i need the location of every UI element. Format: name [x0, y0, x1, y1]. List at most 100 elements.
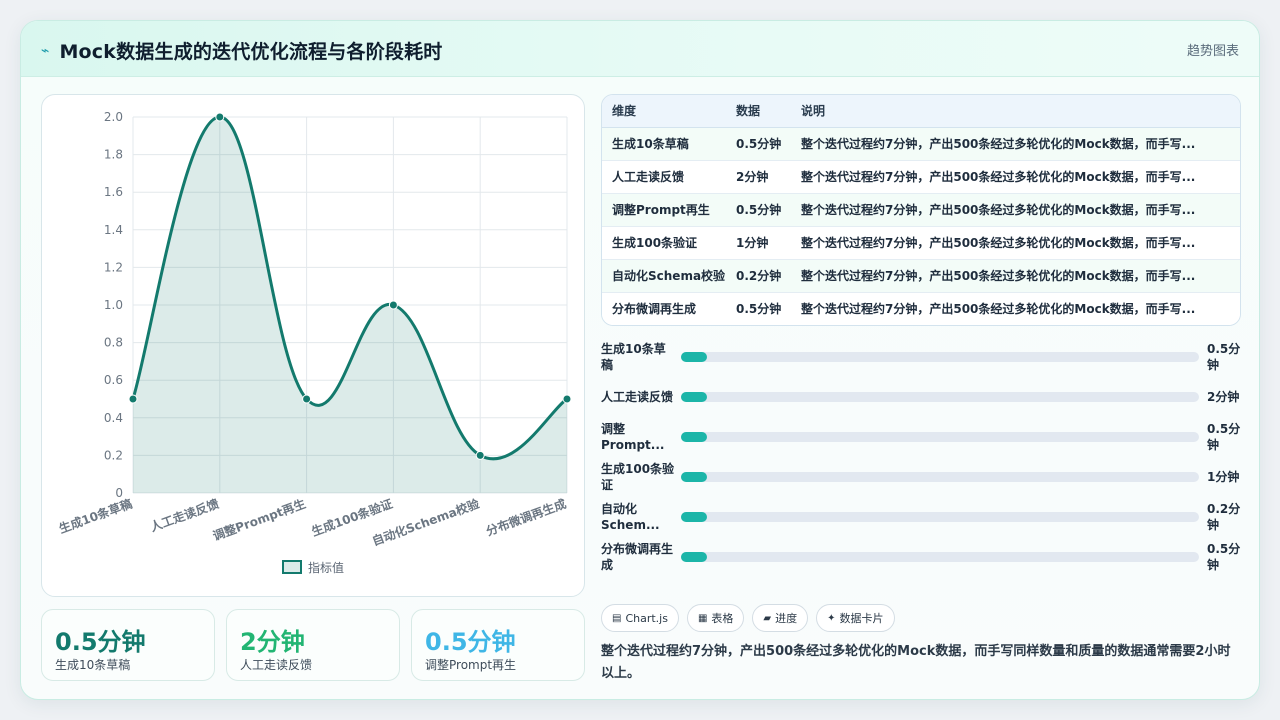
y-tick-label: 1.0: [104, 298, 123, 312]
table-cell: 整个迭代过程约7分钟，产出500条经过多轮优化的Mock数据，而手写...: [801, 170, 1196, 184]
progress-track: [681, 472, 1199, 482]
progress-track: [681, 512, 1199, 522]
y-tick-label: 0.2: [104, 448, 123, 462]
x-tick-label: 分布微调再生成: [484, 496, 568, 539]
table-row: 生成100条验证 1分钟 整个迭代过程约7分钟，产出500条经过多轮优化的Moc…: [602, 226, 1240, 259]
progress-row: 生成10条草稿 0.5分钟: [601, 337, 1241, 377]
progress-track: [681, 392, 1199, 402]
table-icon: ▦: [697, 612, 708, 624]
table-cell: 自动化Schema校验: [612, 269, 726, 283]
chip-label: 数据卡片: [839, 612, 884, 625]
table-cell: 2分钟: [736, 170, 769, 184]
table-cell: 0.5分钟: [736, 302, 782, 317]
progress-row: 调整Prompt... 0.5分钟: [601, 417, 1241, 457]
table-row: 生成10条草稿 0.5分钟 整个迭代过程约7分钟，产出500条经过多轮优化的Mo…: [602, 127, 1240, 160]
chip-label: 表格: [711, 612, 734, 625]
progress-value: 0.5分钟: [1207, 342, 1241, 372]
chip-data-cards[interactable]: ✦ 数据卡片: [816, 604, 895, 632]
y-tick-label: 1.4: [104, 223, 123, 237]
table-cell: 整个迭代过程约7分钟，产出500条经过多轮优化的Mock数据，而手写...: [801, 137, 1196, 151]
main-card: ⌁ Mock数据生成的迭代优化流程与各阶段耗时 趋势图表 0 0.2 0.4 0.6 0…: [20, 20, 1260, 700]
progress-fill: [681, 392, 707, 402]
x-tick-label: 人工走读反馈: [148, 496, 221, 535]
progress-value: 0.2分钟: [1207, 502, 1241, 532]
x-tick-label: 调整Prompt再生: [211, 496, 308, 544]
table-cell: 人工走读反馈: [612, 170, 685, 184]
chip-chartjs[interactable]: ▤ Chart.js: [601, 604, 679, 632]
header: ⌁ Mock数据生成的迭代优化流程与各阶段耗时 趋势图表: [21, 21, 1259, 77]
data-point: [475, 450, 485, 460]
progress-fill: [681, 352, 707, 362]
progress-value: 0.5分钟: [1207, 422, 1241, 452]
table-cell: 整个迭代过程约7分钟，产出500条经过多轮优化的Mock数据，而手写...: [801, 302, 1196, 317]
table-header-row: 维度 数据 说明: [602, 95, 1240, 128]
y-tick-label: 1.2: [104, 260, 123, 274]
stat-card-3: 0.5分钟 调整Prompt再生: [411, 609, 585, 681]
table-cell: 生成10条草稿: [612, 137, 689, 151]
table-cell: 调整Prompt再生: [612, 203, 710, 217]
table-cell: 0.5分钟: [736, 203, 782, 217]
sparkle-icon: ✦: [827, 612, 836, 624]
y-tick-label: 1.6: [104, 185, 123, 199]
table-header-cell: 数据: [736, 95, 801, 128]
stat-label: 生成10条草稿: [55, 658, 131, 672]
table-cell: 生成100条验证: [612, 236, 698, 250]
data-point: [128, 394, 138, 404]
stat-card-2: 2分钟 人工走读反馈: [226, 609, 400, 681]
table-row: 分布微调再生成 0.5分钟 整个迭代过程约7分钟，产出500条经过多轮优化的Mo…: [602, 292, 1240, 325]
chip-progress[interactable]: ▰ 进度: [752, 604, 809, 632]
progress-row: 生成100条验证 1分钟: [601, 457, 1241, 497]
tag-chips: ▤ Chart.js ▦ 表格 ▰ 进度 ✦ 数据卡片: [601, 604, 895, 632]
progress-fill: [681, 432, 707, 442]
chip-label: 进度: [775, 612, 798, 625]
y-tick-label: 0.6: [104, 373, 123, 387]
table-header-cell: 维度: [602, 95, 736, 128]
y-tick-label: 0.8: [104, 336, 123, 350]
data-point: [388, 300, 398, 310]
progress-label: 分布微调再生成: [601, 542, 674, 572]
progress-fill: [681, 552, 707, 562]
table-cell: 整个迭代过程约7分钟，产出500条经过多轮优化的Mock数据，而手写...: [801, 269, 1196, 283]
line-chart-panel: 0 0.2 0.4 0.6 0.8 1.0 1.2 1.4 1.6 1.8 2.0 生成10条草稿 人工…: [41, 94, 585, 597]
stat-value: 2分钟: [240, 628, 305, 656]
stat-label: 人工走读反馈: [240, 658, 313, 672]
table-cell: 分布微调再生成: [612, 302, 697, 317]
progress-row: 分布微调再生成 0.5分钟: [601, 537, 1241, 577]
chip-label: Chart.js: [625, 611, 668, 625]
progress-fill: [681, 512, 707, 522]
table-cell: 整个迭代过程约7分钟，产出500条经过多轮优化的Mock数据，而手写...: [801, 236, 1196, 250]
table-cell: 0.5分钟: [736, 137, 782, 151]
summary-text: 整个迭代过程约7分钟，产出500条经过多轮优化的Mock数据，而手写同样数量和质…: [601, 644, 1231, 681]
progress-label: 生成100条验证: [601, 462, 675, 492]
x-tick-label: 生成10条草稿: [57, 496, 134, 536]
progress-row: 人工走读反馈 2分钟: [601, 377, 1241, 417]
table-row: 人工走读反馈 2分钟 整个迭代过程约7分钟，产出500条经过多轮优化的Mock数…: [602, 160, 1240, 193]
data-table: 维度 数据 说明 生成10条草稿 0.5分钟 整个迭代过程约7分钟，产出500条…: [601, 94, 1241, 326]
data-point: [302, 394, 312, 404]
y-tick-label: 1.8: [104, 148, 123, 162]
y-tick-label: 0: [115, 486, 123, 500]
data-point: [215, 112, 225, 122]
legend-label: 指标值: [308, 560, 344, 575]
bolt-icon: ⌁: [41, 42, 50, 59]
y-tick-label: 0.4: [104, 411, 123, 425]
chip-table[interactable]: ▦ 表格: [686, 604, 745, 632]
stat-value: 0.5分钟: [425, 628, 516, 656]
progress-label: 调整Prompt...: [601, 422, 665, 452]
table-cell: 0.2分钟: [736, 269, 782, 283]
stat-card-1: 0.5分钟 生成10条草稿: [41, 609, 215, 681]
table-cell: 整个迭代过程约7分钟，产出500条经过多轮优化的Mock数据，而手写...: [801, 203, 1196, 217]
progress-label: 自动化Schem...: [601, 502, 660, 532]
progress-fill: [681, 472, 707, 482]
table-cell: 1分钟: [736, 236, 769, 250]
chart-icon: ▤: [612, 612, 622, 624]
progress-row: 自动化Schem... 0.2分钟: [601, 497, 1241, 537]
table-row: 自动化Schema校验 0.2分钟 整个迭代过程约7分钟，产出500条经过多轮优…: [602, 259, 1240, 292]
line-chart: 0 0.2 0.4 0.6 0.8 1.0 1.2 1.4 1.6 1.8 2.0 生成10条草稿 人工…: [57, 110, 572, 575]
stat-label: 调整Prompt再生: [425, 658, 517, 672]
data-point: [562, 394, 572, 404]
progress-icon: ▰: [763, 612, 772, 624]
progress-list: 生成10条草稿 0.5分钟 人工走读反馈 2分钟 调整Prompt... 0.5…: [601, 337, 1241, 577]
progress-track: [681, 552, 1199, 562]
chart-type-label: 趋势图表: [1186, 44, 1239, 59]
